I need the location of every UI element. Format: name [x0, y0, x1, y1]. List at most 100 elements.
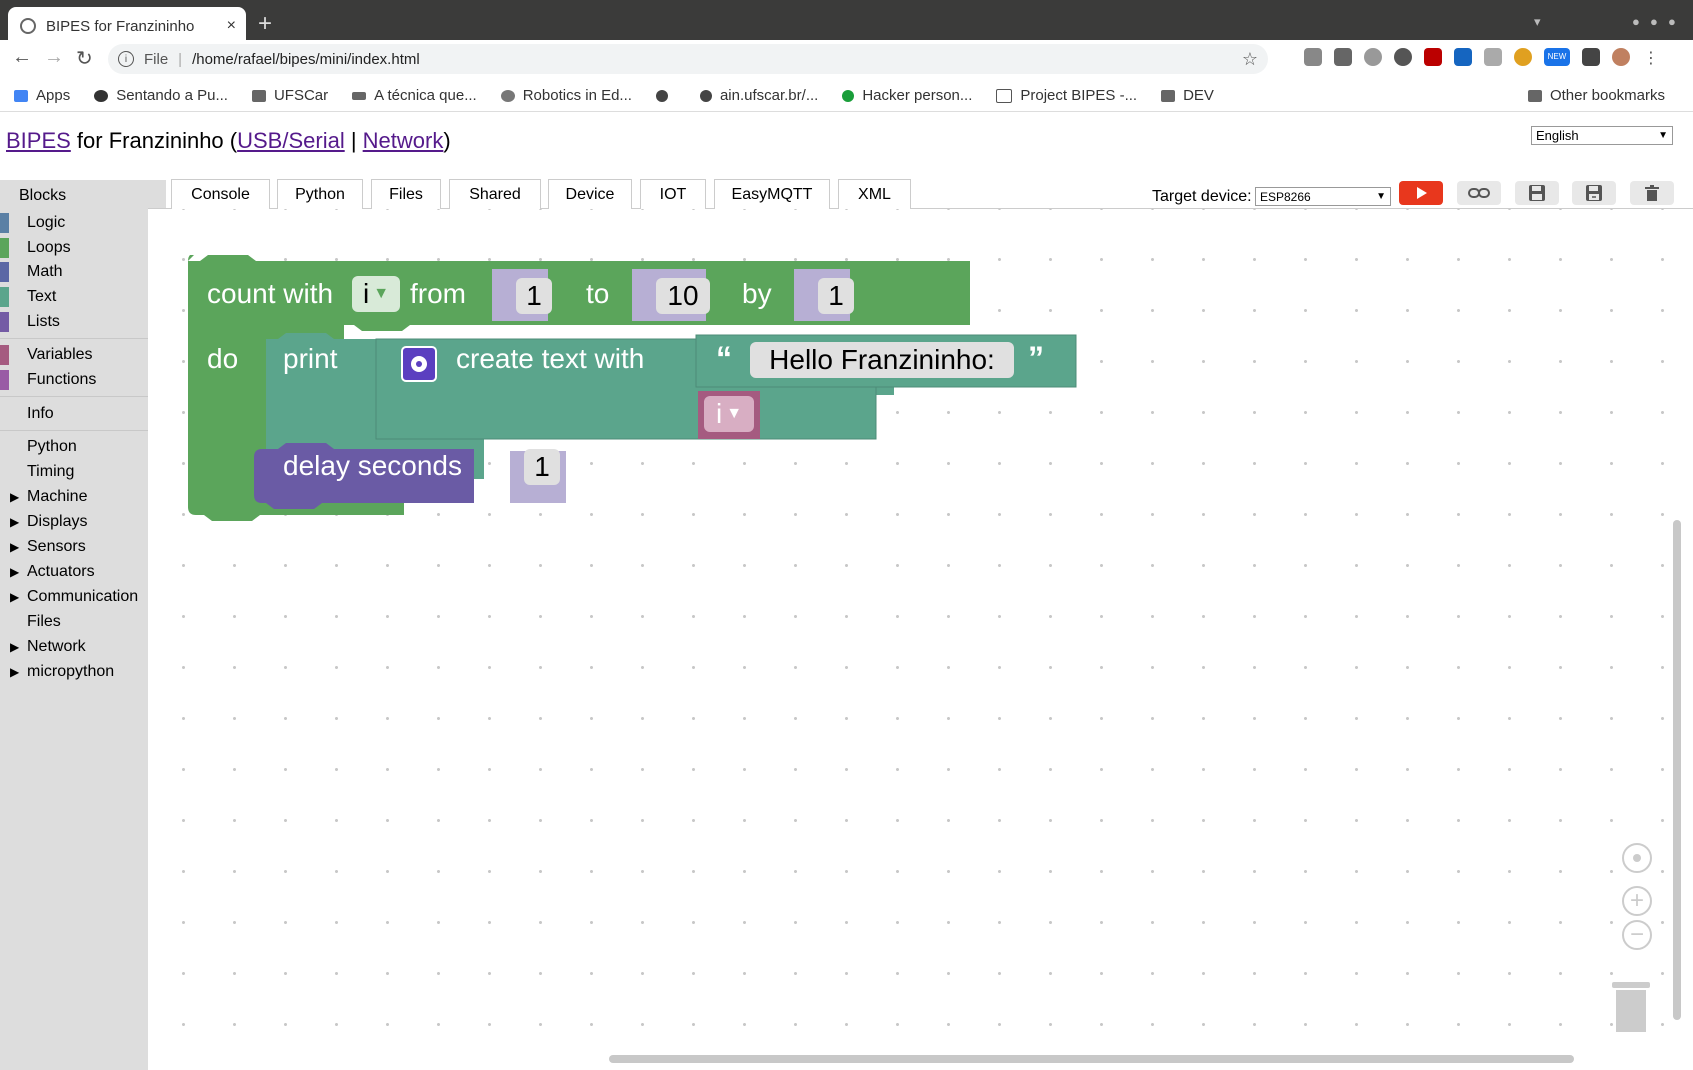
expand-triangle-icon[interactable]: ▶	[10, 590, 19, 604]
to-value-field[interactable]: 10	[656, 278, 710, 314]
zoom-out-button[interactable]: −	[1622, 920, 1652, 950]
save-as-button[interactable]	[1572, 181, 1616, 205]
bookmark-apps[interactable]: Apps	[14, 87, 70, 104]
category-communication[interactable]: ▶ Communication	[0, 585, 148, 609]
category-functions[interactable]: Functions	[0, 368, 148, 392]
bookmark-item[interactable]: ain.ufscar.br/...	[699, 87, 818, 104]
category-timing[interactable]: Timing	[0, 460, 148, 484]
category-python[interactable]: Python	[0, 435, 148, 459]
dropbox-extension-icon[interactable]	[1304, 48, 1322, 66]
network-link[interactable]: Network	[363, 128, 444, 153]
bookmark-folder[interactable]: DEV	[1161, 87, 1214, 104]
category-sensors[interactable]: ▶ Sensors	[0, 535, 148, 559]
shield-extension-icon[interactable]	[1334, 48, 1352, 66]
puzzle-extensions-icon[interactable]	[1582, 48, 1600, 66]
bookmark-item[interactable]	[655, 89, 676, 102]
expand-triangle-icon[interactable]: ▶	[10, 490, 19, 504]
category-network[interactable]: ▶ Network	[0, 635, 148, 659]
horizontal-scrollbar[interactable]	[609, 1055, 1574, 1063]
tab-files[interactable]: Files	[371, 179, 441, 209]
circle-extension-icon[interactable]	[1364, 48, 1382, 66]
browser-menu-icon[interactable]: ⋮	[1642, 48, 1660, 67]
zoom-in-button[interactable]: +	[1622, 886, 1652, 916]
vertical-scrollbar[interactable]	[1673, 520, 1681, 1020]
tab-python[interactable]: Python	[277, 179, 363, 209]
bookmark-item[interactable]: Sentando a Pu...	[94, 87, 228, 104]
tab-xml[interactable]: XML	[838, 179, 911, 209]
info-icon[interactable]: i	[118, 51, 134, 67]
count-with-label: count with	[207, 278, 334, 309]
loop-variable-dropdown[interactable]: i ▼	[352, 276, 400, 312]
browser-titlebar	[0, 0, 1693, 45]
new-extension-badge[interactable]: NEW	[1544, 48, 1570, 66]
bookmark-item[interactable]: Hacker person...	[842, 87, 972, 104]
bookmark-item[interactable]: A técnica que...	[352, 87, 477, 104]
category-lists[interactable]: Lists	[0, 310, 148, 334]
by-value-field[interactable]: 1	[818, 278, 854, 314]
tab-easymqtt[interactable]: EasyMQTT	[714, 179, 830, 209]
tab-console[interactable]: Console	[171, 179, 270, 209]
category-info[interactable]: Info	[0, 402, 148, 426]
expand-triangle-icon[interactable]: ▶	[10, 515, 19, 529]
bookmark-item[interactable]: Project BIPES -...	[996, 87, 1137, 104]
blue-extension-icon[interactable]	[1454, 48, 1472, 66]
tab-shared[interactable]: Shared	[449, 179, 541, 209]
category-machine[interactable]: ▶ Machine	[0, 485, 148, 509]
category-micropython[interactable]: ▶ micropython	[0, 660, 148, 684]
expand-triangle-icon[interactable]: ▶	[10, 640, 19, 654]
recenter-icon[interactable]	[1622, 843, 1652, 873]
close-window-icon[interactable]: ●	[1668, 14, 1676, 29]
text-value-field[interactable]: Hello Franzininho:	[750, 342, 1014, 378]
chrome-extension-icon[interactable]	[1514, 48, 1532, 66]
variable-dropdown[interactable]: i ▼	[704, 396, 754, 432]
save-as-icon	[1586, 185, 1602, 201]
usb-serial-link[interactable]: USB/Serial	[237, 128, 345, 153]
delete-button[interactable]	[1630, 181, 1674, 205]
category-logic[interactable]: Logic	[0, 211, 148, 235]
window-menu-icon[interactable]: ▾	[1534, 14, 1541, 30]
forward-arrow-icon[interactable]: →	[44, 46, 64, 69]
expand-triangle-icon[interactable]: ▶	[10, 540, 19, 554]
bookmark-folder[interactable]: UFSCar	[251, 87, 328, 104]
red-extension-icon[interactable]	[1424, 48, 1442, 66]
address-bar[interactable]: i File | /home/rafael/bipes/mini/index.h…	[108, 44, 1268, 74]
category-color-bar	[0, 213, 9, 233]
category-files[interactable]: Files	[0, 610, 148, 634]
delay-value-field[interactable]: 1	[524, 449, 560, 485]
category-variables[interactable]: Variables	[0, 343, 148, 367]
reload-icon[interactable]: ↻	[76, 46, 93, 71]
minimize-window-icon[interactable]: ●	[1632, 14, 1640, 29]
language-select[interactable]: English ▼	[1531, 126, 1673, 145]
category-label: Actuators	[27, 563, 95, 580]
gray-extension-icon[interactable]	[1484, 48, 1502, 66]
connect-button[interactable]	[1457, 181, 1501, 205]
maximize-window-icon[interactable]: ●	[1650, 14, 1658, 29]
bookmark-item[interactable]: Robotics in Ed...	[500, 87, 632, 104]
from-value-field[interactable]: 1	[516, 278, 552, 314]
target-device-select[interactable]: ESP8266 ▼	[1255, 187, 1391, 206]
profile-avatar[interactable]	[1612, 48, 1630, 66]
run-button[interactable]	[1399, 181, 1443, 205]
close-tab-icon[interactable]: ×	[227, 17, 236, 35]
category-loops[interactable]: Loops	[0, 236, 148, 260]
category-actuators[interactable]: ▶ Actuators	[0, 560, 148, 584]
dark-circle-extension-icon[interactable]	[1394, 48, 1412, 66]
trash-icon	[1645, 185, 1659, 201]
expand-triangle-icon[interactable]: ▶	[10, 565, 19, 579]
tab-device[interactable]: Device	[548, 179, 632, 209]
expand-triangle-icon[interactable]: ▶	[10, 665, 19, 679]
category-displays[interactable]: ▶ Displays	[0, 510, 148, 534]
loop-variable-name: i	[362, 278, 370, 309]
title-separator: |	[344, 128, 363, 153]
save-button[interactable]	[1515, 181, 1559, 205]
other-bookmarks[interactable]: Other bookmarks	[1527, 87, 1665, 104]
new-tab-button[interactable]: +	[258, 10, 272, 38]
tab-iot[interactable]: IOT	[640, 179, 706, 209]
bookmark-star-icon[interactable]: ☆	[1242, 49, 1258, 70]
category-text[interactable]: Text	[0, 285, 148, 309]
workspace-trash-icon[interactable]	[1612, 978, 1650, 1032]
url-text[interactable]: /home/rafael/bipes/mini/index.html	[192, 51, 420, 68]
bipes-link[interactable]: BIPES	[6, 128, 71, 153]
category-math[interactable]: Math	[0, 260, 148, 284]
back-arrow-icon[interactable]: ←	[12, 46, 32, 69]
